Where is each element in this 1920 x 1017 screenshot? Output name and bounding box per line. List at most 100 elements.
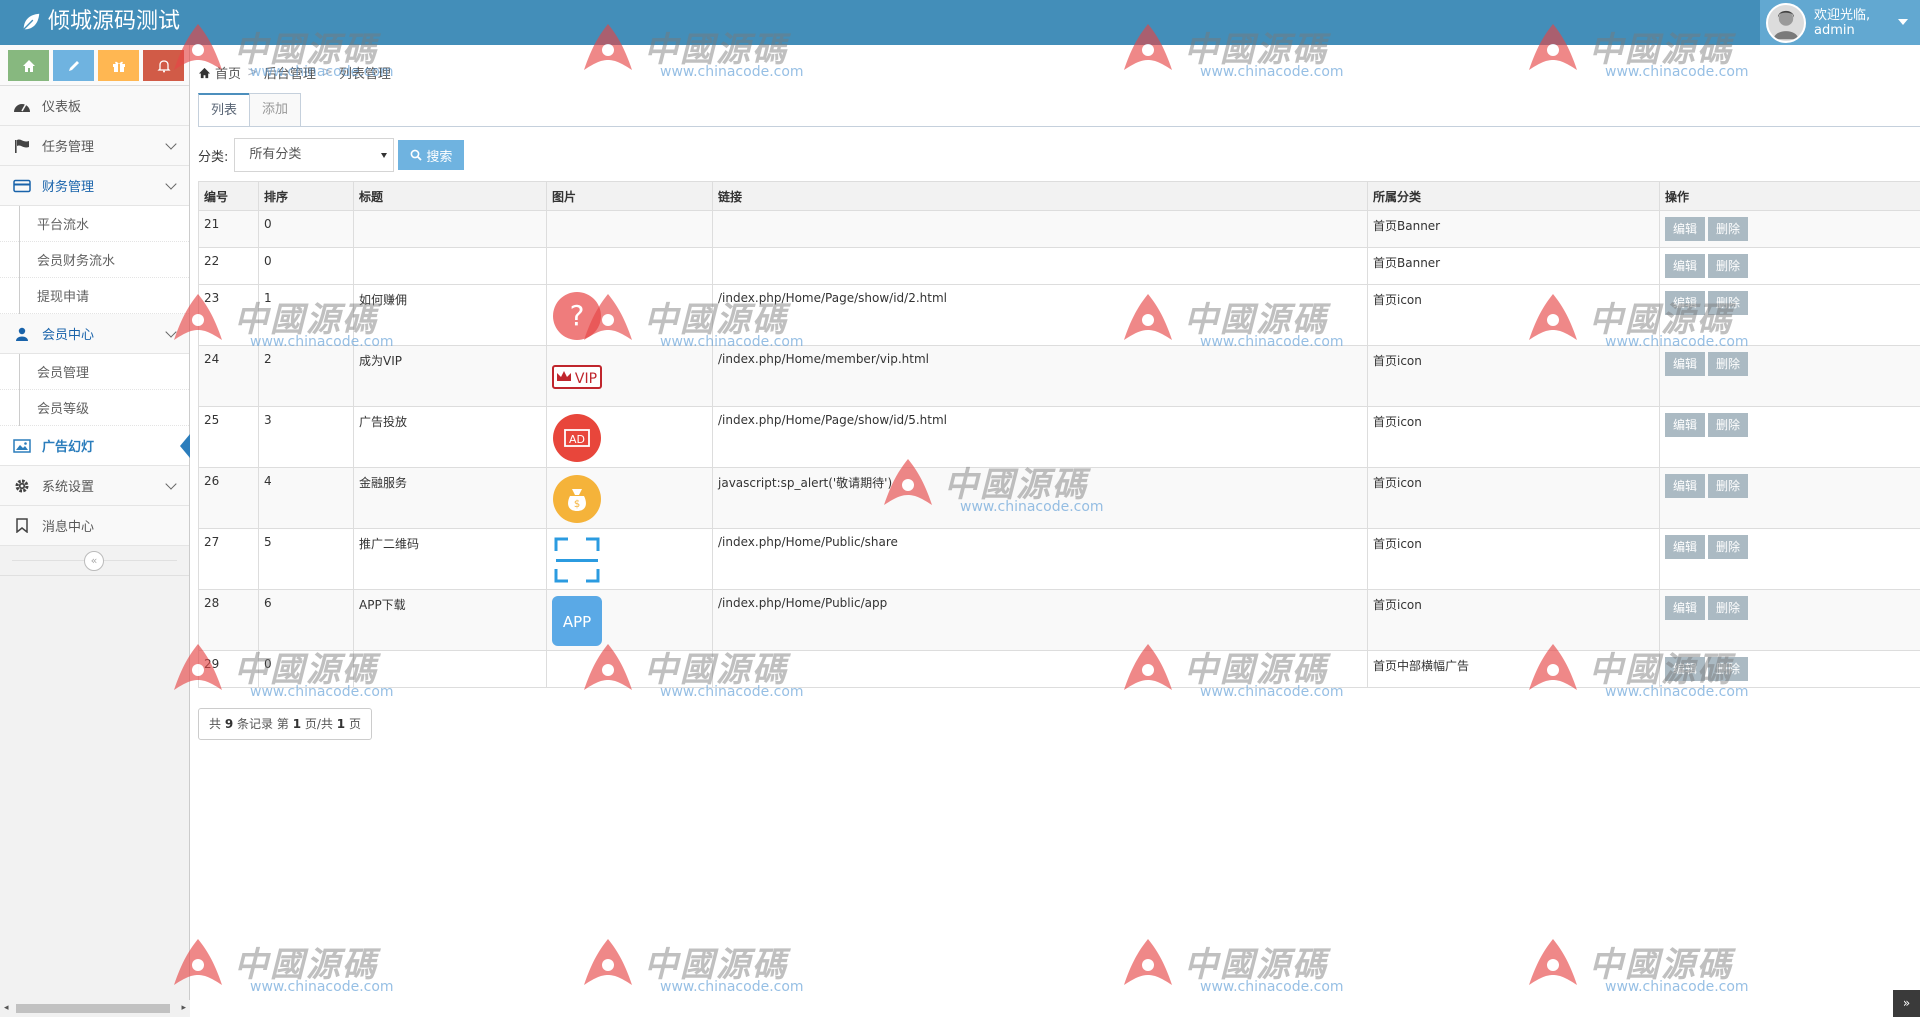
main-content: 首页 > 后台管理 > 列表管理 列表 添加 分类: 所有分类 搜索 编号 排序… xyxy=(190,45,1920,1017)
chevron-down-icon xyxy=(165,478,177,490)
pagination-info: 共 9 条记录 第 1 页/共 1 页 xyxy=(198,708,372,740)
delete-button[interactable]: 删除 xyxy=(1708,657,1748,681)
avatar xyxy=(1766,2,1806,43)
question-icon: ? xyxy=(553,292,601,340)
pager-text: 共 xyxy=(209,717,222,731)
username: admin xyxy=(1814,22,1855,38)
sidebar-subitem-member-manage[interactable]: 会员管理 xyxy=(0,354,189,390)
column-header[interactable]: 标题 xyxy=(353,181,547,211)
breadcrumb-admin[interactable]: 后台管理 xyxy=(264,63,316,82)
edit-button[interactable]: 编辑 xyxy=(1665,413,1705,437)
sidebar-item-tasks[interactable]: 任务管理 xyxy=(0,126,189,166)
gift-shortcut-button[interactable] xyxy=(98,50,139,81)
sidebar-item-ads[interactable]: 广告幻灯 xyxy=(0,426,190,466)
home-shortcut-button[interactable] xyxy=(8,50,49,81)
sidebar-subitem-platform-flow[interactable]: 平台流水 xyxy=(0,206,189,242)
cell-title: 广告投放 xyxy=(353,406,547,468)
cell-category: 首页icon xyxy=(1367,284,1660,346)
bookmark-icon xyxy=(12,518,32,534)
tab-add[interactable]: 添加 xyxy=(249,93,302,126)
edit-button[interactable]: 编辑 xyxy=(1665,657,1705,681)
edit-button[interactable]: 编辑 xyxy=(1665,254,1705,278)
cell-actions: 编辑 删除 xyxy=(1659,650,1920,688)
sidebar-item-settings[interactable]: 系统设置 xyxy=(0,466,189,506)
dashboard-icon xyxy=(12,98,32,114)
chevron-down-icon xyxy=(165,326,177,338)
table-row: 28 6 APP下载 APP /index.php/Home/Public/ap… xyxy=(198,589,1920,651)
cell-category: 首页中部横幅广告 xyxy=(1367,650,1660,688)
cell-sort: 0 xyxy=(258,650,354,688)
delete-button[interactable]: 删除 xyxy=(1708,254,1748,278)
delete-button[interactable]: 删除 xyxy=(1708,291,1748,315)
pager-text: 页/共 xyxy=(304,717,333,731)
money-bag-icon: $ xyxy=(553,475,601,523)
sidebar-subitem-label: 平台流水 xyxy=(37,218,90,233)
delete-button[interactable]: 删除 xyxy=(1708,474,1748,498)
column-header[interactable]: 排序 xyxy=(258,181,354,211)
column-header[interactable]: 编号 xyxy=(198,181,259,211)
sidebar-subitem-withdraw[interactable]: 提现申请 xyxy=(0,278,189,314)
edit-button[interactable]: 编辑 xyxy=(1665,291,1705,315)
column-header[interactable]: 图片 xyxy=(546,181,713,211)
cell-sort: 3 xyxy=(258,406,354,468)
category-select[interactable]: 所有分类 xyxy=(234,138,395,172)
chevron-down-icon xyxy=(165,138,177,150)
collapse-sidebar-button[interactable]: « xyxy=(84,551,104,571)
edit-shortcut-button[interactable] xyxy=(53,50,94,81)
cell-actions: 编辑 删除 xyxy=(1659,284,1920,346)
sidebar-item-members[interactable]: 会员中心 xyxy=(0,314,189,354)
cell-link xyxy=(712,650,1368,688)
edit-button[interactable]: 编辑 xyxy=(1665,596,1705,620)
breadcrumb-home[interactable]: 首页 xyxy=(215,63,241,82)
cell-image xyxy=(546,210,713,248)
breadcrumb-separator: > xyxy=(247,65,258,80)
scroll-right-icon[interactable]: ▸ xyxy=(181,1003,186,1013)
delete-button[interactable]: 删除 xyxy=(1708,413,1748,437)
back-to-top-button[interactable]: » xyxy=(1893,990,1920,1017)
tab-list[interactable]: 列表 xyxy=(198,93,251,127)
sidebar-item-label: 任务管理 xyxy=(42,140,95,155)
delete-button[interactable]: 删除 xyxy=(1708,217,1748,241)
cell-sort: 6 xyxy=(258,589,354,651)
ad-table: 编号 排序 标题 图片 链接 所属分类 操作 21 0 首页Banner 编辑删… xyxy=(198,181,1920,688)
brand[interactable]: 倾城源码测试 xyxy=(20,9,180,35)
cell-title xyxy=(353,247,547,285)
column-header[interactable]: 链接 xyxy=(712,181,1368,211)
sidebar-item-dashboard[interactable]: 仪表板 xyxy=(0,86,189,126)
user-menu[interactable]: 欢迎光临, admin xyxy=(1760,0,1920,45)
sidebar-subitem-member-level[interactable]: 会员等级 xyxy=(0,390,189,426)
cell-id: 23 xyxy=(198,284,259,346)
delete-button[interactable]: 删除 xyxy=(1708,596,1748,620)
sidebar-item-messages[interactable]: 消息中心 xyxy=(0,506,189,546)
edit-button[interactable]: 编辑 xyxy=(1665,474,1705,498)
scrollbar-thumb[interactable] xyxy=(16,1004,170,1013)
chevron-down-icon xyxy=(165,178,177,190)
cell-link: /index.php/Home/Public/share xyxy=(712,528,1368,590)
cell-id: 24 xyxy=(198,345,259,407)
pager-total-pages: 1 xyxy=(336,717,346,731)
sidebar-item-finance[interactable]: 财务管理 xyxy=(0,166,189,206)
cell-category: 首页icon xyxy=(1367,467,1660,529)
column-header[interactable]: 操作 xyxy=(1659,181,1920,211)
edit-button[interactable]: 编辑 xyxy=(1665,217,1705,241)
scroll-left-icon[interactable]: ◂ xyxy=(4,1003,9,1013)
edit-button[interactable]: 编辑 xyxy=(1665,535,1705,559)
sidebar-subitem-member-finance[interactable]: 会员财务流水 xyxy=(0,242,189,278)
category-label: 分类: xyxy=(198,149,229,165)
cell-image: ? xyxy=(546,284,713,346)
sidebar-scrollbar[interactable]: ◂ ▸ xyxy=(0,1000,190,1017)
table-row: 22 0 首页Banner 编辑 删除 xyxy=(198,247,1920,285)
delete-button[interactable]: 删除 xyxy=(1708,352,1748,376)
table-row: 26 4 金融服务 $ javascript:sp_alert('敬请期待') … xyxy=(198,467,1920,529)
delete-button[interactable]: 删除 xyxy=(1708,535,1748,559)
cell-category: 首页icon xyxy=(1367,528,1660,590)
search-button[interactable]: 搜索 xyxy=(398,140,465,170)
gift-icon xyxy=(112,61,125,72)
cell-image: VIP xyxy=(546,345,713,407)
cell-category: 首页icon xyxy=(1367,589,1660,651)
column-header[interactable]: 所属分类 xyxy=(1367,181,1660,211)
sidebar-collapse-bar: « xyxy=(0,546,189,576)
cell-actions: 编辑 删除 xyxy=(1659,247,1920,285)
edit-button[interactable]: 编辑 xyxy=(1665,352,1705,376)
notify-shortcut-button[interactable] xyxy=(143,50,184,81)
